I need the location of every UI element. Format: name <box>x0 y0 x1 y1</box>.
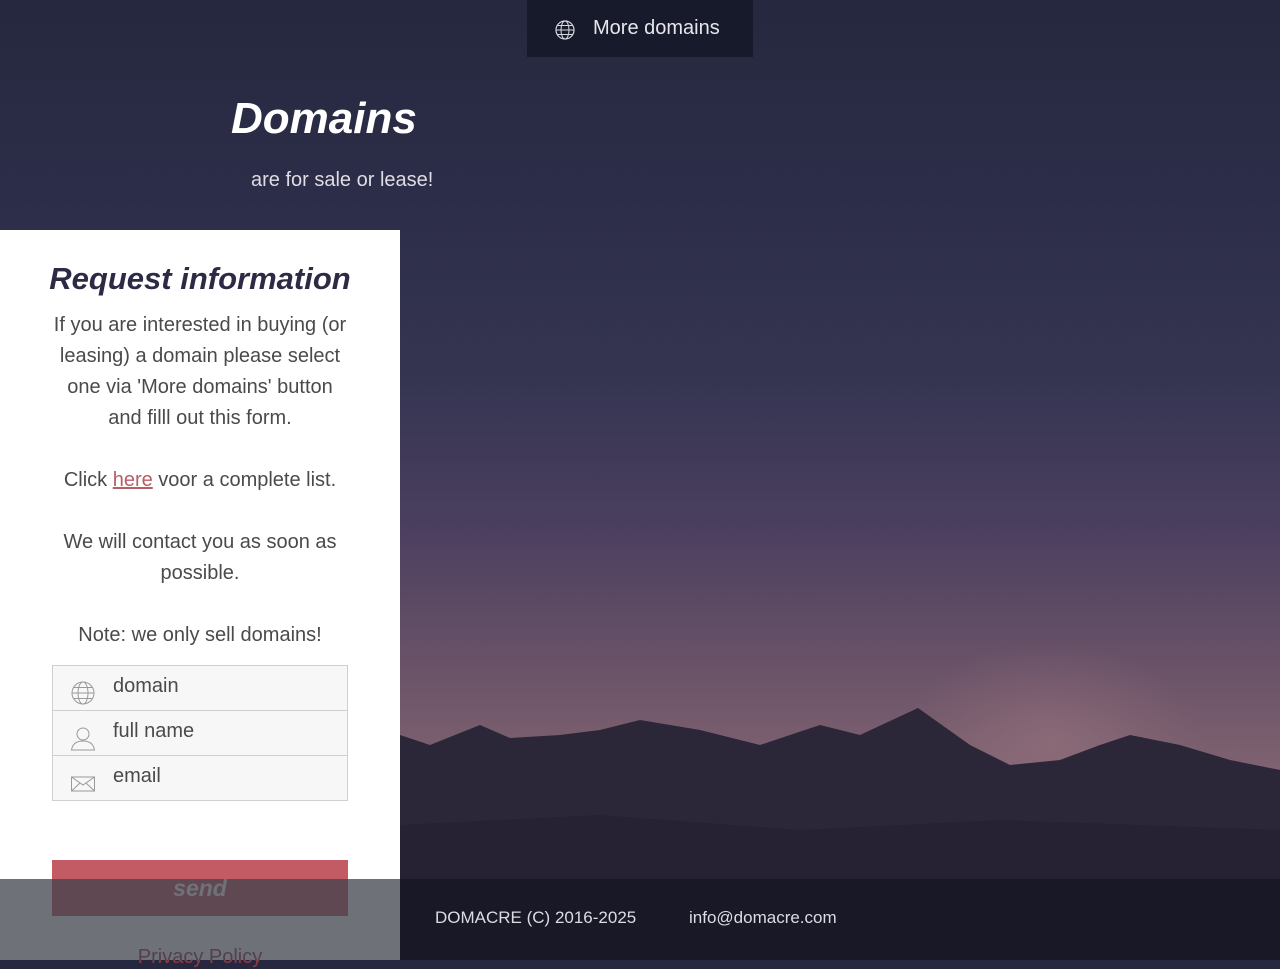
footer: DOMACRE (C) 2016-2025 info@domacre.com <box>0 879 1280 960</box>
email-input[interactable] <box>111 764 335 789</box>
email-field <box>52 755 348 801</box>
full-name-field <box>52 710 348 756</box>
full-name-input[interactable] <box>111 719 335 744</box>
click-prefix: Click <box>63 469 113 491</box>
user-icon <box>70 727 96 751</box>
hero-subtitle: are for sale or lease! <box>251 169 434 191</box>
footer-email-link[interactable]: info@domacre.com <box>689 908 837 928</box>
contact-text: We will contact you as soon as possible. <box>63 531 337 584</box>
hero-title: Domains <box>231 94 417 143</box>
envelope-icon <box>71 776 95 792</box>
footer-copyright: DOMACRE (C) 2016-2025 <box>435 908 637 927</box>
request-form <box>52 665 348 801</box>
panel-title: Request information <box>49 261 351 296</box>
domain-field <box>52 665 348 711</box>
more-domains-label: More domains <box>593 17 720 39</box>
more-domains-button[interactable]: More domains <box>527 0 753 57</box>
click-line: Click here voor a complete list. <box>0 465 400 496</box>
intro-text: If you are interested in buying (or leas… <box>53 314 347 429</box>
domain-input[interactable] <box>111 674 335 699</box>
footer-left-overlay <box>0 879 400 960</box>
globe-icon <box>71 681 95 705</box>
click-suffix: voor a complete list. <box>152 469 337 491</box>
request-info-panel: Request information If you are intereste… <box>0 230 400 968</box>
note-text: Note: we only sell domains! <box>78 624 322 646</box>
globe-icon <box>555 20 575 40</box>
here-link[interactable]: here <box>113 469 153 491</box>
